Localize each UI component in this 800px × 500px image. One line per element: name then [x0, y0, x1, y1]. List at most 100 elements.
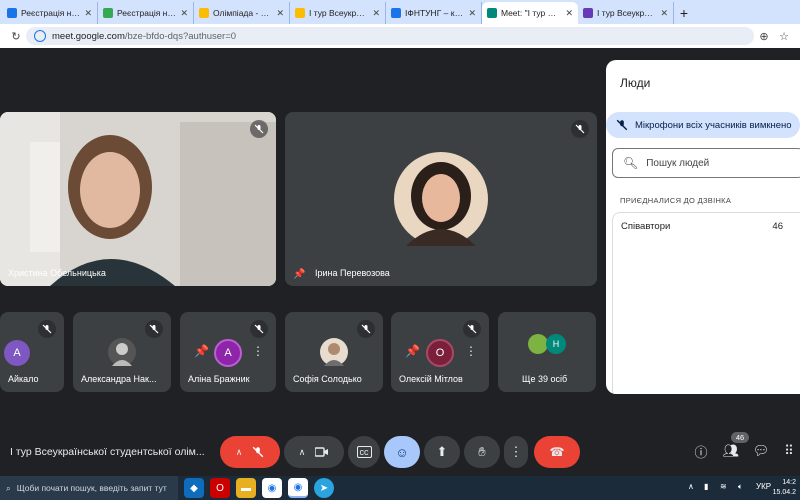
- browser-tab[interactable]: Олімпіада - Google ✕: [194, 2, 290, 24]
- meeting-title: І тур Всеукраїнської студентської олім..…: [10, 446, 205, 458]
- browser-tab[interactable]: І тур Всеукраїнськ ✕: [578, 2, 674, 24]
- group-label: Співавтори: [621, 221, 671, 232]
- participant-tile[interactable]: Софія Солодько: [285, 312, 383, 392]
- reactions-button[interactable]: ☺: [384, 436, 420, 468]
- close-icon[interactable]: ✕: [276, 8, 284, 19]
- info-icon[interactable]: ⓘ: [692, 442, 710, 460]
- present-icon: ⬆: [436, 444, 448, 459]
- camera-toggle-button[interactable]: ∧: [284, 436, 344, 468]
- browser-tab[interactable]: ІФНТУНГ – календар ✕: [386, 2, 482, 24]
- taskbar-search[interactable]: ⌕ Щоби почати пошук, введіть запит тут: [0, 476, 178, 500]
- search-icon: 🔍︎: [623, 156, 639, 170]
- muted-mic-icon: [252, 446, 264, 458]
- screen: Реєстрація на І тур В ✕ Реєстрація на І …: [0, 0, 800, 500]
- browser-tab-strip: Реєстрація на І тур В ✕ Реєстрація на І …: [0, 0, 800, 24]
- raise-hand-button[interactable]: ✋︎: [464, 436, 500, 468]
- participant-tile-avatar[interactable]: 📌 Ірина Перевозова: [285, 112, 597, 286]
- participant-tile[interactable]: 📌 О ⋮ Олексій Мітлов: [391, 312, 489, 392]
- browser-tab[interactable]: І тур Всеукраїнсько ✕: [290, 2, 386, 24]
- pin-icon[interactable]: 📌: [405, 344, 420, 358]
- participant-photo-icon: [528, 334, 548, 354]
- camera-icon: [315, 447, 329, 457]
- search-placeholder: Пошук людей: [646, 157, 710, 169]
- muted-mic-icon: [571, 120, 589, 138]
- close-icon[interactable]: ✕: [468, 8, 476, 19]
- mic-banner-text: Мікрофони всіх учасників вимкнено: [635, 119, 792, 131]
- zoom-icon[interactable]: ⊕: [754, 30, 774, 43]
- browser-tab[interactable]: Реєстрація на І тур В ✕: [2, 2, 98, 24]
- file-explorer-icon[interactable]: ▬: [236, 478, 256, 498]
- more-participants-tile[interactable]: Н Ще 39 осіб: [498, 312, 596, 392]
- url-host: meet.google.com: [52, 30, 125, 42]
- more-participants-label: Ще 39 осіб: [522, 374, 568, 384]
- new-tab-button[interactable]: +: [674, 2, 694, 24]
- chrome-icon[interactable]: ◉: [262, 478, 282, 498]
- close-icon[interactable]: ✕: [372, 8, 380, 19]
- muted-mic-icon: [616, 119, 628, 131]
- search-people-input[interactable]: 🔍︎ Пошук людей: [612, 148, 800, 178]
- wifi-icon[interactable]: ≋: [720, 482, 727, 491]
- close-icon[interactable]: ✕: [180, 8, 188, 19]
- tab-favicon-icon: [487, 8, 497, 18]
- pin-icon[interactable]: 📌: [194, 344, 209, 358]
- more-options-icon: ⋮: [509, 444, 523, 459]
- browser-tab[interactable]: Реєстрація на І тур В ✕: [98, 2, 194, 24]
- participant-tile[interactable]: 📌 А ⋮ Аліна Бражник: [180, 312, 276, 392]
- browser-tab[interactable]: Meet: "І тур Всеу ✕: [482, 2, 578, 24]
- copilot-icon[interactable]: ◆: [184, 478, 204, 498]
- tab-favicon-icon: [103, 8, 113, 18]
- captions-icon: cc: [356, 446, 372, 458]
- chevron-up-icon[interactable]: ∧: [299, 447, 306, 458]
- more-options-icon[interactable]: ⋮: [465, 344, 477, 358]
- tab-favicon-icon: [583, 8, 593, 18]
- leave-call-button[interactable]: ☎: [534, 436, 580, 468]
- opera-icon[interactable]: O: [210, 478, 230, 498]
- address-bar[interactable]: meet.google.com/bze-bfdo-dqs?authuser=0: [26, 27, 754, 45]
- language-indicator[interactable]: УКР: [756, 482, 771, 491]
- network-icon[interactable]: ▮: [704, 482, 708, 491]
- people-count-badge: 46: [731, 432, 749, 443]
- telegram-icon[interactable]: ➤: [314, 478, 334, 498]
- tray-overflow-icon[interactable]: ∧: [688, 482, 694, 491]
- captions-button[interactable]: cc: [348, 436, 380, 468]
- reload-icon[interactable]: ↻: [6, 30, 26, 43]
- microphone-toggle-button[interactable]: ∧: [220, 436, 280, 468]
- participant-name: Ірина Перевозова: [315, 268, 390, 278]
- participant-name: Аліна Бражник: [188, 374, 250, 384]
- os-taskbar: ⌕ Щоби почати пошук, введіть запит тут ◆…: [0, 476, 800, 500]
- participant-tile-video[interactable]: Христина Обельницька: [0, 112, 276, 286]
- pin-icon[interactable]: 📌: [293, 269, 305, 280]
- muted-mic-icon: [357, 320, 375, 338]
- browser-toolbar: ↻ meet.google.com/bze-bfdo-dqs?authuser=…: [0, 24, 800, 48]
- tab-favicon-icon: [295, 8, 305, 18]
- contributors-group[interactable]: Співавтори 46: [612, 212, 800, 394]
- clock[interactable]: 14:2 15.04.2: [773, 478, 796, 498]
- participant-tile[interactable]: Александра Нак...: [73, 312, 171, 392]
- activities-icon[interactable]: ⠿: [780, 442, 798, 460]
- chat-icon[interactable]: 💬︎: [752, 442, 770, 460]
- meeting-controls: І тур Всеукраїнської студентської олім..…: [0, 428, 800, 476]
- tab-title: Реєстрація на І тур В: [117, 8, 176, 18]
- hang-up-icon: ☎: [549, 445, 565, 459]
- chevron-up-icon[interactable]: ∧: [236, 447, 243, 458]
- volume-icon[interactable]: 🔈︎: [738, 482, 743, 492]
- hand-icon: ✋︎: [478, 444, 486, 459]
- participant-initial: А: [214, 339, 242, 367]
- clock-time: 14:2: [782, 479, 796, 486]
- muted-mic-icon: [145, 320, 163, 338]
- tab-favicon-icon: [199, 8, 209, 18]
- close-icon[interactable]: ✕: [660, 8, 668, 19]
- more-options-button[interactable]: ⋮: [504, 436, 528, 468]
- people-icon[interactable]: 👥︎: [722, 442, 740, 460]
- participant-name: Александра Нак...: [81, 374, 157, 384]
- search-icon: ⌕: [6, 482, 11, 493]
- close-icon[interactable]: ✕: [84, 8, 92, 19]
- bookmark-star-icon[interactable]: ☆: [774, 30, 794, 43]
- close-icon[interactable]: ✕: [565, 8, 573, 19]
- participant-tile[interactable]: А Айкало: [0, 312, 64, 392]
- present-screen-button[interactable]: ⬆: [424, 436, 460, 468]
- site-info-icon[interactable]: [34, 30, 46, 42]
- participant-initial: Н: [546, 334, 566, 354]
- more-options-icon[interactable]: ⋮: [252, 344, 264, 358]
- chrome-icon[interactable]: ◉: [288, 478, 308, 498]
